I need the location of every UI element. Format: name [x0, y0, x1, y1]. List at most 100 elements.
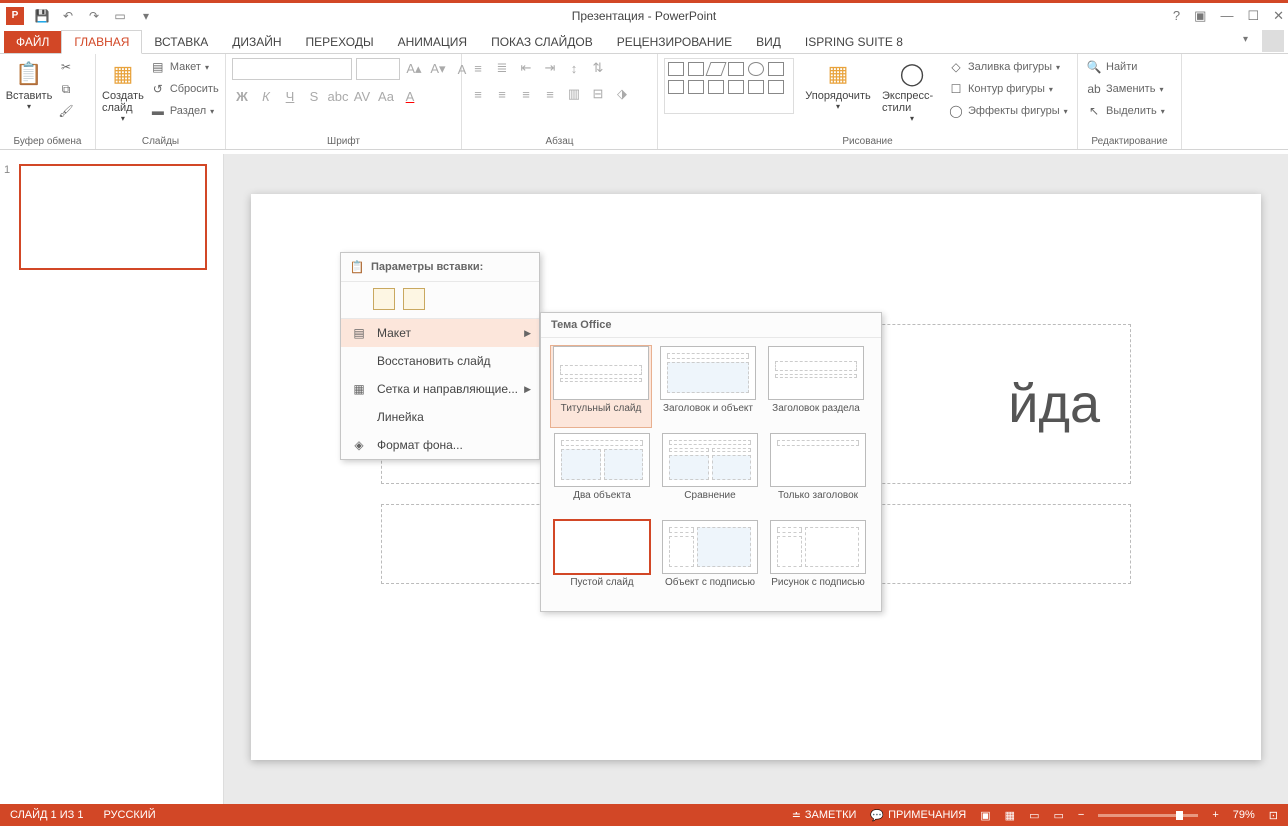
save-icon[interactable]: 💾 — [34, 8, 50, 24]
slide-count[interactable]: СЛАЙД 1 ИЗ 1 — [10, 809, 83, 821]
layout-blank[interactable]: Пустой слайд — [551, 520, 653, 601]
copy-icon: ⧉ — [58, 81, 74, 97]
paste-option-2[interactable] — [403, 288, 425, 310]
char-spacing-icon[interactable]: AV — [352, 86, 372, 106]
maximize-icon[interactable]: ☐ — [1247, 8, 1259, 24]
align-right-icon[interactable]: ≡ — [516, 84, 536, 104]
zoom-out-icon[interactable]: − — [1078, 809, 1084, 821]
menu-restore-slide[interactable]: Восстановить слайд — [341, 347, 539, 375]
tab-view[interactable]: ВИД — [744, 31, 793, 53]
arrange-button[interactable]: ▦ Упорядочить▾ — [798, 58, 878, 111]
user-avatar[interactable] — [1262, 30, 1284, 52]
app-icon: P — [6, 7, 24, 25]
help-icon[interactable]: ? — [1173, 8, 1180, 23]
shape-fill-button[interactable]: ◇Заливка фигуры▾ — [946, 58, 1070, 76]
align-left-icon[interactable]: ≡ — [468, 84, 488, 104]
justify-icon[interactable]: ≡ — [540, 84, 560, 104]
copy-button[interactable]: ⧉ — [56, 80, 76, 98]
tab-animation[interactable]: АНИМАЦИЯ — [386, 31, 479, 53]
strike-icon[interactable]: S — [304, 86, 324, 106]
reset-button[interactable]: ↺Сбросить — [148, 80, 221, 98]
layout-title-slide[interactable]: Титульный слайд — [550, 345, 652, 428]
font-color-icon[interactable]: A — [400, 86, 420, 106]
find-icon: 🔍 — [1086, 59, 1102, 75]
normal-view-icon[interactable]: ▣ — [980, 809, 990, 822]
tab-insert[interactable]: ВСТАВКА — [142, 31, 220, 53]
quick-styles-button[interactable]: ◯ Экспресс-стили▾ — [882, 58, 942, 123]
cut-button[interactable]: ✂ — [56, 58, 76, 76]
tab-slideshow[interactable]: ПОКАЗ СЛАЙДОВ — [479, 31, 605, 53]
paste-option-1[interactable] — [373, 288, 395, 310]
increase-font-icon[interactable]: A▴ — [404, 59, 424, 79]
thumb-number: 1 — [4, 164, 10, 176]
language-indicator[interactable]: РУССКИЙ — [103, 809, 155, 821]
change-case-icon[interactable]: Aa — [376, 86, 396, 106]
slideshow-view-icon[interactable]: ▭ — [1053, 809, 1063, 822]
layout-button[interactable]: ▤Макет▾ — [148, 58, 221, 76]
start-slideshow-icon[interactable]: ▭ — [112, 8, 128, 24]
section-button[interactable]: ▬Раздел▾ — [148, 102, 221, 120]
fit-window-icon[interactable]: ⊡ — [1269, 809, 1278, 822]
replace-button[interactable]: abЗаменить▾ — [1084, 80, 1167, 98]
qat-customize-icon[interactable]: ▾ — [138, 8, 154, 24]
align-text-icon[interactable]: ⊟ — [588, 84, 608, 104]
slide-thumbnail-1[interactable] — [19, 164, 207, 270]
tab-file[interactable]: ФАЙЛ — [4, 31, 61, 53]
select-button[interactable]: ↖Выделить▾ — [1084, 102, 1167, 120]
smartart-icon[interactable]: ⬗ — [612, 84, 632, 104]
tab-design[interactable]: ДИЗАЙН — [220, 31, 293, 53]
layout-content-caption[interactable]: Объект с подписью — [659, 520, 761, 601]
layout-picture-caption[interactable]: Рисунок с подписью — [767, 520, 869, 601]
reading-view-icon[interactable]: ▭ — [1029, 809, 1039, 822]
notes-icon: ≐ — [792, 809, 801, 822]
format-painter-button[interactable]: 🖌 — [56, 102, 76, 120]
text-direction-icon[interactable]: ⇅ — [588, 58, 608, 78]
shadow-text-icon[interactable]: abc — [328, 86, 348, 106]
ribbon-options-icon[interactable]: ▣ — [1194, 8, 1206, 24]
comments-button[interactable]: 💬ПРИМЕЧАНИЯ — [870, 809, 966, 822]
undo-icon[interactable]: ↶ — [60, 8, 76, 24]
sorter-view-icon[interactable]: ▦ — [1005, 809, 1015, 822]
shape-effects-button[interactable]: ◯Эффекты фигуры▾ — [946, 102, 1070, 120]
tab-ispring[interactable]: ISPRING SUITE 8 — [793, 31, 915, 53]
zoom-value[interactable]: 79% — [1233, 809, 1255, 821]
layout-title-content[interactable]: Заголовок и объект — [657, 346, 759, 427]
layout-section-header[interactable]: Заголовок раздела — [765, 346, 867, 427]
columns-icon[interactable]: ▥ — [564, 84, 584, 104]
decrease-indent-icon[interactable]: ⇤ — [516, 58, 536, 78]
menu-format-background[interactable]: ◈ Формат фона... — [341, 431, 539, 459]
redo-icon[interactable]: ↷ — [86, 8, 102, 24]
bullets-icon[interactable]: ≡ — [468, 58, 488, 78]
menu-ruler[interactable]: Линейка — [341, 403, 539, 431]
font-size-combo[interactable] — [356, 58, 400, 80]
minimize-icon[interactable]: — — [1220, 8, 1233, 23]
underline-icon[interactable]: Ч — [280, 86, 300, 106]
menu-layout[interactable]: ▤ Макет ▶ — [341, 319, 539, 347]
font-name-combo[interactable] — [232, 58, 352, 80]
decrease-font-icon[interactable]: A▾ — [428, 59, 448, 79]
tab-review[interactable]: РЕЦЕНЗИРОВАНИЕ — [605, 31, 744, 53]
align-center-icon[interactable]: ≡ — [492, 84, 512, 104]
zoom-slider[interactable] — [1098, 814, 1198, 817]
line-spacing-icon[interactable]: ↕ — [564, 58, 584, 78]
paste-button[interactable]: 📋 Вставить ▾ — [6, 58, 52, 111]
increase-indent-icon[interactable]: ⇥ — [540, 58, 560, 78]
notes-button[interactable]: ≐ЗАМЕТКИ — [792, 809, 857, 822]
new-slide-button[interactable]: ▦ Создать слайд ▾ — [102, 58, 144, 123]
italic-icon[interactable]: К — [256, 86, 276, 106]
layout-title-only[interactable]: Только заголовок — [767, 433, 869, 514]
shapes-gallery[interactable] — [664, 58, 794, 114]
layout-comparison[interactable]: Сравнение — [659, 433, 761, 514]
zoom-in-icon[interactable]: + — [1212, 809, 1218, 821]
tab-transitions[interactable]: ПЕРЕХОДЫ — [294, 31, 386, 53]
numbering-icon[interactable]: ≣ — [492, 58, 512, 78]
find-button[interactable]: 🔍Найти — [1084, 58, 1167, 76]
layout-gallery: Тема Office Титульный слайд Заголовок и … — [540, 312, 882, 612]
tab-home[interactable]: ГЛАВНАЯ — [61, 30, 142, 54]
menu-grid-guides[interactable]: ▦ Сетка и направляющие... ▶ — [341, 375, 539, 403]
close-icon[interactable]: ✕ — [1273, 8, 1284, 24]
shape-outline-button[interactable]: ☐Контур фигуры▾ — [946, 80, 1070, 98]
collapse-ribbon-icon[interactable]: ▾ — [1243, 34, 1248, 45]
layout-two-content[interactable]: Два объекта — [551, 433, 653, 514]
bold-icon[interactable]: Ж — [232, 86, 252, 106]
